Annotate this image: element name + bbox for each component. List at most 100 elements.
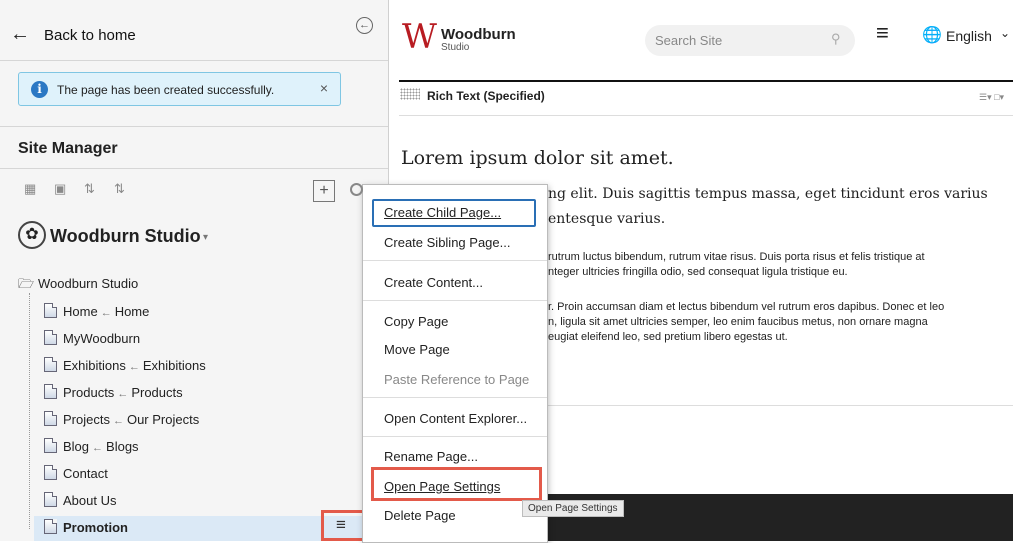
tree-item-label: Blog: [63, 439, 90, 454]
tree-item-label: Exhibitions: [63, 358, 126, 373]
menu-item-move-page[interactable]: Move Page: [384, 342, 450, 357]
menu-item-rename-page[interactable]: Rename Page...: [384, 449, 478, 464]
tree-item-promotion[interactable]: Promotion: [44, 519, 128, 537]
content-paragraph-line: r. Proin accumsan diam et lectus bibendu…: [548, 301, 945, 313]
search-input[interactable]: Search Site ⚲: [645, 25, 855, 56]
tree-item-projects[interactable]: Projects ← Our Projects: [44, 411, 199, 429]
menu-item-open-content-explorer[interactable]: Open Content Explorer...: [384, 411, 527, 426]
page-icon: [44, 519, 57, 534]
tree-item-label: Promotion: [63, 520, 128, 535]
move-down-icon[interactable]: ⇅: [114, 181, 125, 197]
brand-name: Woodburn: [441, 26, 516, 43]
tree-item-exhibitions[interactable]: Exhibitions ← Exhibitions: [44, 357, 206, 375]
divider: [0, 168, 388, 169]
tree-item-home[interactable]: Home ← Home: [44, 303, 149, 321]
tree-item-label: Projects: [63, 412, 110, 427]
module-top-border: [399, 80, 1013, 82]
menu-icon[interactable]: ≡: [876, 22, 889, 44]
menu-item-copy-page[interactable]: Copy Page: [384, 314, 448, 329]
page-icon: [44, 330, 57, 345]
back-arrow-icon[interactable]: ←: [10, 24, 30, 44]
highlight-box: [371, 467, 542, 501]
tree-guide: [29, 293, 31, 529]
tree-item-about-us[interactable]: About Us: [44, 492, 116, 510]
reference-arrow-icon: ←: [112, 415, 124, 427]
tree-item-ref: Exhibitions: [142, 358, 206, 373]
brand-subtitle: Studio: [441, 42, 470, 53]
logo-icon[interactable]: W: [402, 20, 437, 54]
menu-separator: [363, 436, 547, 437]
tree-item-label: About Us: [63, 493, 117, 508]
menu-item-paste-reference: Paste Reference to Page: [384, 372, 530, 387]
alert-message: The page has been created successfully.: [57, 83, 275, 97]
page-view-icon[interactable]: ▣: [54, 181, 66, 197]
page-icon: [44, 492, 57, 507]
tree-item-ref: Blogs: [106, 439, 139, 454]
reference-arrow-icon: ←: [100, 307, 112, 319]
search-placeholder: Search Site: [655, 33, 723, 48]
tree-item-mywoodburn[interactable]: MyWoodburn: [44, 330, 140, 348]
reference-arrow-icon: ←: [117, 388, 129, 400]
content-paragraph-line: eugiat eleifend leo, sed pretium libero …: [548, 331, 788, 343]
menu-item-create-sibling-page[interactable]: Create Sibling Page...: [384, 235, 510, 250]
chevron-down-icon[interactable]: ▾: [203, 232, 208, 243]
reference-arrow-icon: ←: [128, 361, 140, 373]
content-lead-line: ng elit. Duis sagittis tempus massa, ege…: [548, 186, 988, 202]
site-selector[interactable]: Woodburn Studio: [50, 226, 201, 247]
tooltip: Open Page Settings: [522, 500, 624, 517]
site-icon: ✿: [18, 221, 46, 249]
page-icon: [44, 411, 57, 426]
language-selector[interactable]: English: [946, 28, 992, 44]
chevron-down-icon[interactable]: ⌄: [1000, 26, 1010, 40]
tree-root-label: Woodburn Studio: [38, 276, 139, 291]
menu-item-delete-page[interactable]: Delete Page: [384, 508, 456, 523]
divider: [399, 115, 1013, 116]
tree-root[interactable]: 🗁 Woodburn Studio: [18, 275, 138, 293]
move-up-icon[interactable]: ⇅: [84, 181, 95, 197]
info-icon: i: [31, 81, 48, 98]
content-paragraph-line: nteger ultricies fringilla odio, sed con…: [548, 266, 848, 278]
collapse-panel-icon[interactable]: ←: [356, 17, 373, 34]
divider: [0, 126, 388, 127]
tree-item-products[interactable]: Products ← Products: [44, 384, 183, 402]
folder-icon: 🗁: [18, 276, 35, 291]
page-icon: [44, 465, 57, 480]
tree-item-contact[interactable]: Contact: [44, 465, 108, 483]
tree-item-ref: Products: [131, 385, 183, 400]
content-heading: Lorem ipsum dolor sit amet.: [401, 147, 674, 169]
divider: [0, 60, 388, 61]
menu-separator: [363, 260, 547, 261]
content-lead-line: entesque varius.: [548, 211, 666, 227]
module-title: Rich Text (Specified): [427, 89, 545, 103]
menu-item-create-child-page[interactable]: Create Child Page...: [384, 205, 501, 220]
alert-close-button[interactable]: ×: [320, 80, 328, 96]
drag-handle-icon[interactable]: [400, 88, 420, 100]
globe-icon[interactable]: 🌐: [922, 25, 942, 45]
page-icon: [44, 384, 57, 399]
tree-item-blog[interactable]: Blog ← Blogs: [44, 438, 139, 456]
page-icon: [44, 303, 57, 318]
tree-item-ref: Our Projects: [126, 412, 200, 427]
tree-item-label: Home: [63, 304, 98, 319]
page-icon: [44, 357, 57, 372]
sitemap-view-icon[interactable]: ▦: [24, 181, 36, 197]
settings-icon[interactable]: [350, 183, 363, 196]
menu-separator: [363, 397, 547, 398]
back-to-home-link[interactable]: Back to home: [44, 27, 136, 44]
tree-item-label: Products: [63, 385, 115, 400]
page-menu-icon[interactable]: ≡: [336, 515, 346, 535]
site-manager-title: Site Manager: [18, 140, 118, 157]
page-icon: [44, 438, 57, 453]
content-paragraph-line: rutrum luctus bibendum, rutrum vitae ris…: [548, 251, 925, 263]
tree-item-label: MyWoodburn: [63, 331, 141, 346]
menu-item-create-content[interactable]: Create Content...: [384, 275, 483, 290]
menu-separator: [363, 300, 547, 301]
tree-item-label: Contact: [63, 466, 108, 481]
add-page-button[interactable]: +: [313, 180, 335, 202]
success-alert: i The page has been created successfully…: [18, 72, 341, 106]
search-icon[interactable]: ⚲: [831, 31, 841, 47]
tree-item-ref: Home: [114, 304, 150, 319]
reference-arrow-icon: ←: [92, 442, 104, 454]
content-paragraph-line: n, ligula sit amet ultricies semper, leo…: [548, 316, 928, 328]
module-options-icon[interactable]: ☰▾ □▾: [979, 92, 1004, 103]
